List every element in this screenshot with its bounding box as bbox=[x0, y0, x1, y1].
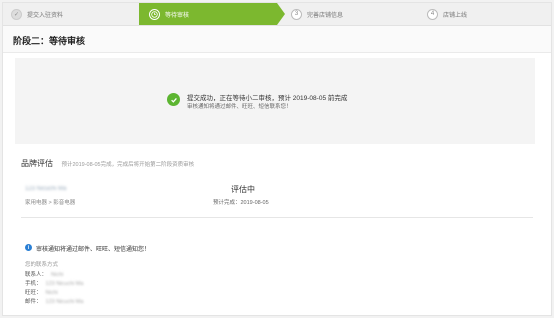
notice-main-text: 提交成功，正在等待小二审核，预计 2019-08-05 前完成 bbox=[187, 95, 348, 102]
step-separator bbox=[131, 3, 139, 25]
contact-value: Nichi bbox=[45, 290, 58, 296]
success-check-icon bbox=[167, 93, 180, 106]
contact-label: 邮件： bbox=[25, 299, 42, 305]
page-frame: ✓ 提交入驻资料 等待审核 3 完善店铺信息 4 店铺上线 阶段二：等待审核 提… bbox=[2, 2, 552, 316]
evaluation-header: 品牌评估 预计2019-08-05完成，完成后将开始第二阶段资质审核 bbox=[21, 153, 194, 171]
contact-row-wangwang: 旺旺： Nichi bbox=[25, 288, 58, 296]
step-2: 等待审核 bbox=[139, 3, 277, 25]
contact-label: 旺旺： bbox=[25, 290, 42, 296]
shop-name: 123 Nicuchi Ma bbox=[25, 186, 67, 192]
step-3: 3 完善店铺信息 bbox=[285, 3, 419, 25]
evaluation-title: 品牌评估 bbox=[21, 159, 53, 168]
contact-value: 123 Nicuchi Ma bbox=[45, 281, 84, 287]
evaluation-status: 评估中 bbox=[231, 185, 255, 194]
step-number: 3 bbox=[291, 8, 302, 20]
contact-value: Nichi bbox=[51, 272, 64, 278]
check-icon: ✓ bbox=[11, 8, 22, 20]
notice-sub-text: 审核通知将通过邮件、旺旺、短信联系您！ bbox=[187, 104, 292, 110]
contact-row-name: 联系人： Nichi bbox=[25, 270, 63, 278]
contact-label: 联系人： bbox=[25, 272, 48, 278]
contact-title: 您的联系方式 bbox=[25, 262, 59, 268]
contact-row-email: 邮件： 123 Nicuchi Ma bbox=[25, 297, 83, 305]
progress-steps: ✓ 提交入驻资料 等待审核 3 完善店铺信息 4 店铺上线 bbox=[3, 3, 551, 26]
step-label: 等待审核 bbox=[165, 12, 190, 19]
step-label: 店铺上线 bbox=[443, 12, 468, 19]
step-separator bbox=[277, 3, 285, 25]
step-number: 4 bbox=[427, 8, 438, 20]
step-1: ✓ 提交入驻资料 bbox=[3, 3, 139, 25]
step-label: 完善店铺信息 bbox=[307, 12, 344, 19]
info-icon: i bbox=[25, 244, 32, 251]
clock-icon bbox=[149, 8, 160, 20]
stage-header: 阶段二：等待审核 bbox=[3, 26, 551, 53]
page-title: 阶段二：等待审核 bbox=[13, 36, 86, 46]
evaluation-note: 预计2019-08-05完成，完成后将开始第二阶段资质审核 bbox=[61, 162, 195, 168]
submit-notice: 提交成功，正在等待小二审核，预计 2019-08-05 前完成 审核通知将通过邮… bbox=[15, 58, 535, 144]
contact-value: 123 Nicuchi Ma bbox=[45, 299, 84, 305]
shop-category: 家用电器 > 影音电器 bbox=[25, 200, 76, 206]
step-label: 提交入驻资料 bbox=[27, 12, 64, 19]
step-4: 4 店铺上线 bbox=[421, 3, 547, 25]
divider bbox=[21, 217, 533, 218]
contact-label: 手机： bbox=[25, 281, 42, 287]
contact-row-phone: 手机： 123 Nicuchi Ma bbox=[25, 279, 83, 287]
evaluation-expected-date: 预计完成：2019-08-05 bbox=[213, 200, 269, 206]
contact-notice: 审核通知将通过邮件、旺旺、短信通知您！ bbox=[36, 247, 151, 253]
